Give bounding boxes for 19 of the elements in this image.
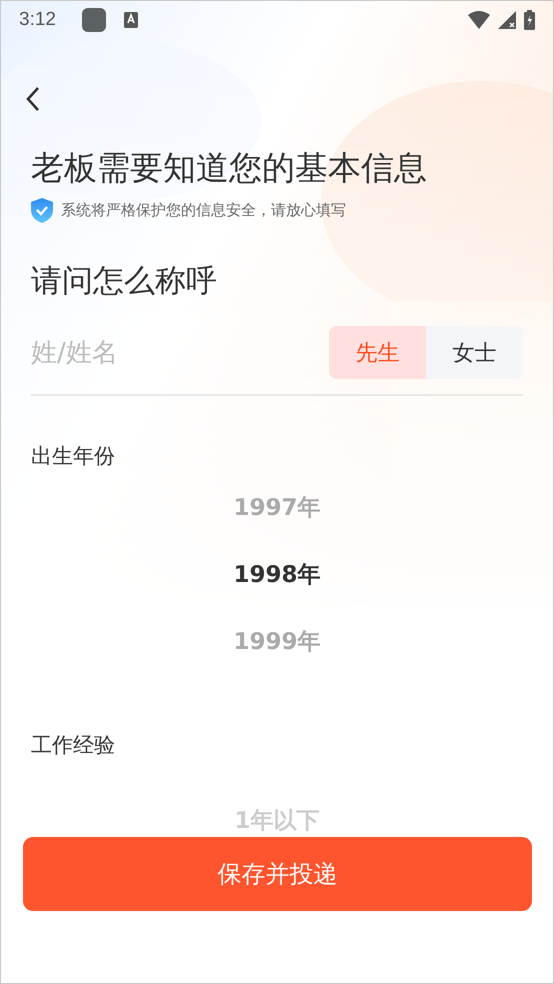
name-field[interactable]: 姓/姓名	[31, 338, 251, 368]
field-label: 工作经验	[31, 732, 116, 759]
page-title: 老板需要知道您的基本信息	[31, 148, 428, 188]
submit-button[interactable]: 保存并投递	[23, 837, 532, 911]
section-heading: 请问怎么称呼	[31, 262, 218, 301]
back-icon[interactable]	[25, 86, 41, 112]
gender-option[interactable]: 先生	[329, 326, 426, 379]
battery-icon	[524, 10, 535, 30]
privacy-notice: 系统将严格保护您的信息安全，请放心填写	[61, 201, 346, 220]
shield-check-icon	[31, 198, 53, 223]
picker-option[interactable]: 1999年	[233, 628, 320, 657]
notification-icon	[82, 8, 106, 32]
picker-option[interactable]: 1998年	[233, 561, 320, 590]
picker-option[interactable]: 1997年	[233, 494, 320, 523]
status-time: 3:12	[19, 9, 56, 31]
wifi-icon	[468, 11, 490, 29]
field-label: 出生年份	[31, 443, 116, 470]
keyboard-icon	[124, 12, 138, 28]
signal-icon	[498, 11, 516, 29]
